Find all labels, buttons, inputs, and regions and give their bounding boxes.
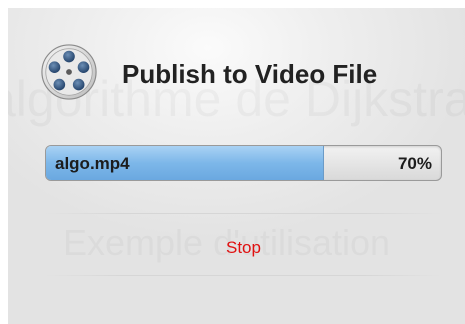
progress-filename: algo.mp4 — [55, 154, 130, 173]
progress-percent: 70% — [397, 154, 432, 173]
film-reel-icon — [41, 44, 97, 100]
publish-dialog: algorithme de Dijkstra Exemple d'utilisa… — [8, 8, 465, 324]
stop-button[interactable]: Stop — [45, 222, 442, 274]
dialog-title: Publish to Video File — [122, 59, 378, 89]
dialog-header — [40, 42, 98, 102]
divider-bottom — [45, 275, 442, 276]
export-progress-bar: algo.mp4 70% — [45, 145, 442, 181]
divider-top — [45, 213, 442, 214]
